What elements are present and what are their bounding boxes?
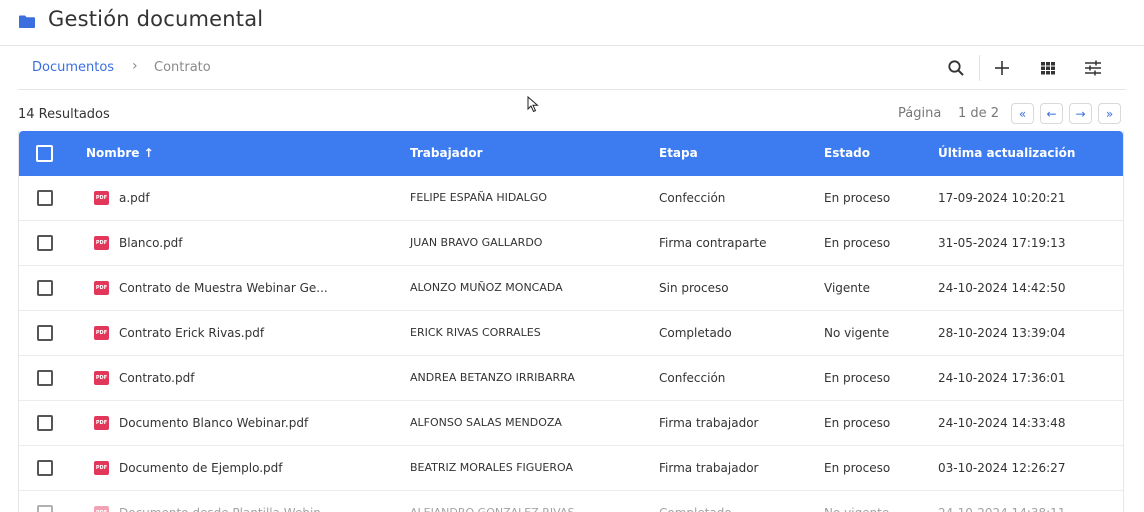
- cell-updated: 28-10-2024 13:39:04: [938, 326, 1066, 340]
- pdf-file-icon: PDF: [94, 326, 109, 340]
- column-header-worker[interactable]: Trabajador: [410, 146, 483, 160]
- cell-worker: JUAN BRAVO GALLARDO: [410, 236, 543, 249]
- pagination-label: Página: [898, 106, 942, 121]
- table-row[interactable]: PDF a.pdf FELIPE ESPAÑA HIDALGO Confección E…: [19, 176, 1123, 221]
- cell-stage: Firma trabajador: [659, 416, 759, 430]
- pdf-file-icon: PDF: [94, 236, 109, 250]
- cell-status: No vigente: [824, 326, 890, 340]
- cell-worker: FELIPE ESPAÑA HIDALGO: [410, 191, 547, 204]
- pdf-file-icon: PDF: [94, 461, 109, 475]
- cell-stage: Firma trabajador: [659, 461, 759, 475]
- folder-icon: [18, 14, 36, 33]
- toolbar: Documentos › Contrato: [18, 46, 1126, 90]
- row-checkbox[interactable]: [37, 280, 53, 296]
- cell-updated: 24-10-2024 14:33:48: [938, 416, 1066, 430]
- cell-document-name[interactable]: Documento de Ejemplo.pdf: [119, 461, 282, 475]
- cell-worker: ERICK RIVAS CORRALES: [410, 326, 541, 339]
- pdf-file-icon: PDF: [94, 191, 109, 205]
- row-checkbox[interactable]: [37, 370, 53, 386]
- cell-document-name[interactable]: Contrato Erick Rivas.pdf: [119, 326, 264, 340]
- cell-updated: 17-09-2024 10:20:21: [938, 191, 1066, 205]
- table-row[interactable]: PDF Documento desde Plantilla Webin... ALE…: [19, 491, 1123, 512]
- cell-stage: Completado: [659, 506, 732, 512]
- cell-updated: 31-05-2024 17:19:13: [938, 236, 1066, 250]
- pdf-file-icon: PDF: [94, 371, 109, 385]
- cell-worker: ALFONSO SALAS MENDOZA: [410, 416, 562, 429]
- cell-worker: BEATRIZ MORALES FIGUEROA: [410, 461, 573, 474]
- cell-status: En proceso: [824, 371, 891, 385]
- next-page-button[interactable]: →: [1069, 103, 1092, 124]
- breadcrumb-separator: ›: [132, 58, 138, 74]
- cell-status: En proceso: [824, 416, 891, 430]
- cell-stage: Confección: [659, 191, 726, 205]
- row-checkbox[interactable]: [37, 505, 53, 512]
- documents-table: Nombre ↑ Trabajador Etapa Estado Última …: [18, 131, 1124, 512]
- pagination-count: 1 de 2: [958, 106, 1000, 121]
- toolbar-divider: [979, 55, 980, 81]
- results-count: 14 Resultados: [18, 107, 110, 122]
- cell-status: Vigente: [824, 281, 870, 295]
- filter-sliders-icon[interactable]: [1081, 56, 1105, 80]
- table-row[interactable]: PDF Blanco.pdf JUAN BRAVO GALLARDO Firma co…: [19, 221, 1123, 266]
- cell-document-name[interactable]: Contrato.pdf: [119, 371, 194, 385]
- cell-worker: ALONZO MUÑOZ MONCADA: [410, 281, 563, 294]
- plus-icon[interactable]: [990, 56, 1014, 80]
- cell-stage: Confección: [659, 371, 726, 385]
- breadcrumb-documentos-link[interactable]: Documentos: [32, 60, 114, 75]
- column-header-stage[interactable]: Etapa: [659, 146, 698, 160]
- table-row[interactable]: PDF Documento Blanco Webinar.pdf ALFONSO S…: [19, 401, 1123, 446]
- cell-worker: ALEJANDRO GONZALEZ RIVAS: [410, 506, 574, 512]
- column-header-name[interactable]: Nombre ↑: [86, 146, 154, 160]
- cell-worker: ANDREA BETANZO IRRIBARRA: [410, 371, 575, 384]
- column-header-status[interactable]: Estado: [824, 146, 870, 160]
- cell-updated: 03-10-2024 12:26:27: [938, 461, 1066, 475]
- first-page-button[interactable]: «: [1011, 103, 1034, 124]
- cell-status: No vigente: [824, 506, 889, 512]
- cell-updated: 24-10-2024 14:38:11: [938, 506, 1065, 512]
- last-page-button[interactable]: »: [1098, 103, 1121, 124]
- column-header-updated[interactable]: Última actualización: [938, 146, 1075, 160]
- cell-document-name[interactable]: Blanco.pdf: [119, 236, 183, 250]
- cell-status: En proceso: [824, 191, 891, 205]
- table-body: PDF a.pdf FELIPE ESPAÑA HIDALGO Confección E…: [19, 176, 1123, 512]
- table-row[interactable]: PDF Documento de Ejemplo.pdf BEATRIZ MORAL…: [19, 446, 1123, 491]
- row-checkbox[interactable]: [37, 235, 53, 251]
- previous-page-button[interactable]: ←: [1040, 103, 1063, 124]
- table-header: Nombre ↑ Trabajador Etapa Estado Última …: [19, 131, 1123, 176]
- search-icon[interactable]: [944, 56, 968, 80]
- mouse-cursor-icon: [527, 95, 539, 117]
- cell-updated: 24-10-2024 17:36:01: [938, 371, 1066, 385]
- grid-icon[interactable]: [1036, 56, 1060, 80]
- row-checkbox[interactable]: [37, 190, 53, 206]
- row-checkbox[interactable]: [37, 460, 53, 476]
- cell-document-name[interactable]: a.pdf: [119, 191, 150, 205]
- breadcrumb-current: Contrato: [154, 60, 211, 75]
- cell-stage: Sin proceso: [659, 281, 729, 295]
- pdf-file-icon: PDF: [94, 281, 109, 295]
- pdf-file-icon: PDF: [94, 506, 109, 512]
- sort-ascending-icon: ↑: [143, 146, 154, 160]
- cell-document-name[interactable]: Contrato de Muestra Webinar Ge...: [119, 281, 328, 295]
- page-title: Gestión documental: [48, 7, 264, 31]
- cell-status: En proceso: [824, 461, 891, 475]
- cell-updated: 24-10-2024 14:42:50: [938, 281, 1066, 295]
- row-checkbox[interactable]: [37, 415, 53, 431]
- table-row[interactable]: PDF Contrato de Muestra Webinar Ge... ALON…: [19, 266, 1123, 311]
- cell-stage: Firma contraparte: [659, 236, 767, 250]
- page-header: Gestión documental: [0, 0, 1144, 46]
- table-row[interactable]: PDF Contrato Erick Rivas.pdf ERICK RIVAS C…: [19, 311, 1123, 356]
- row-checkbox[interactable]: [37, 325, 53, 341]
- cell-document-name[interactable]: Documento desde Plantilla Webin...: [119, 506, 332, 512]
- column-name-label: Nombre: [86, 146, 140, 160]
- table-row[interactable]: PDF Contrato.pdf ANDREA BETANZO IRRIBARRA C…: [19, 356, 1123, 401]
- select-all-checkbox[interactable]: [36, 145, 53, 162]
- cell-status: En proceso: [824, 236, 891, 250]
- pdf-file-icon: PDF: [94, 416, 109, 430]
- cell-document-name[interactable]: Documento Blanco Webinar.pdf: [119, 416, 308, 430]
- cell-stage: Completado: [659, 326, 732, 340]
